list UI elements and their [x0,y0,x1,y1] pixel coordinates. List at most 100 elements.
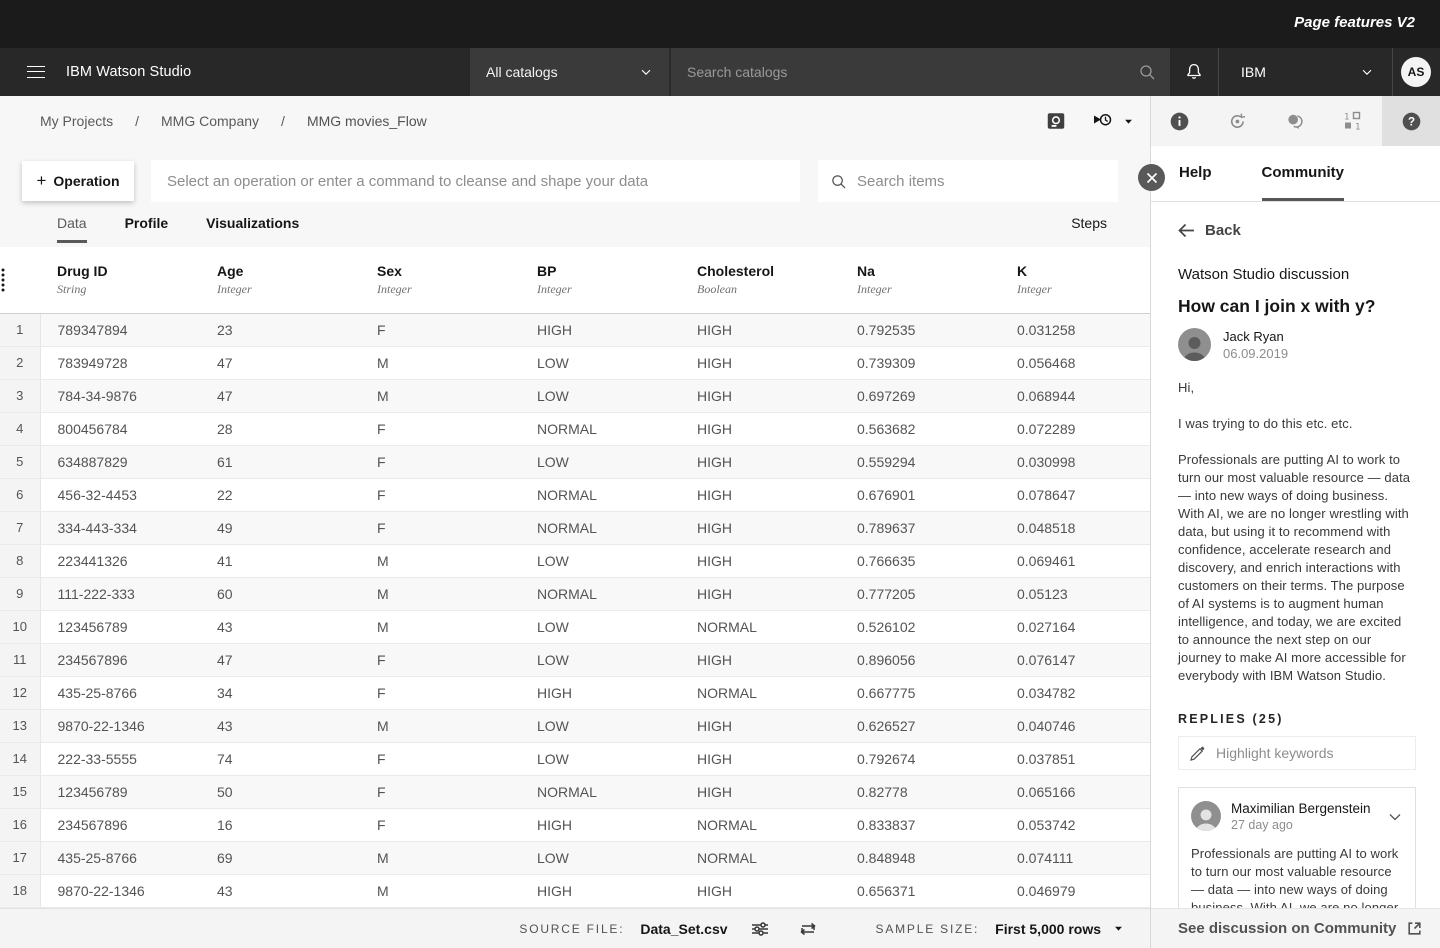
table-cell: NORMAL [520,577,680,610]
table-cell: 74 [200,742,360,775]
table-cell: 0.076147 [1000,643,1150,676]
table-cell: LOW [520,445,680,478]
table-cell: HIGH [680,742,840,775]
table-cell: HIGH [680,709,840,742]
table-cell: F [360,775,520,808]
breadcrumb-my-projects[interactable]: My Projects [40,113,113,129]
row-number: 2 [0,346,40,379]
comments-button[interactable] [1267,96,1325,146]
table-cell: 0.048518 [1000,511,1150,544]
reply-text: Professionals are putting AI to work to … [1191,845,1403,908]
table-cell: HIGH [680,544,840,577]
table-cell: 0.034782 [1000,676,1150,709]
table-cell: 0.82778 [840,775,1000,808]
column-header[interactable]: CholesterolBoolean [680,247,840,313]
hamburger-icon [27,66,45,78]
highlighter-icon [1189,745,1206,762]
table-body: 178934789423FHIGHHIGH0.7925350.031258278… [0,313,1150,907]
refresh-sample-button[interactable] [798,920,818,938]
user-avatar[interactable]: AS [1401,57,1431,87]
org-dropdown[interactable]: IBM [1219,48,1392,96]
notifications-button[interactable] [1170,48,1218,96]
breadcrumb-company[interactable]: MMG Company [161,113,259,129]
reply-time: 27 day ago [1231,818,1371,832]
chevron-down-icon[interactable] [1387,809,1403,825]
product-title: IBM Watson Studio [66,48,191,96]
catalog-search-input[interactable] [687,64,1138,80]
info-button[interactable] [1151,96,1209,146]
column-header[interactable]: NaInteger [840,247,1000,313]
command-input[interactable] [167,173,784,190]
column-header[interactable]: KInteger [1000,247,1150,313]
person-icon [1191,804,1221,831]
chevron-down-icon [639,65,653,79]
table-cell: LOW [520,742,680,775]
snapshot-button[interactable] [1045,110,1067,132]
back-button[interactable]: Back [1178,222,1416,239]
table-cell: 234567896 [40,643,200,676]
table-cell: 60 [200,577,360,610]
bell-icon [1184,62,1204,82]
run-history-button[interactable] [1091,111,1134,131]
table-cell: 28 [200,412,360,445]
tab-steps[interactable]: Steps [1071,215,1107,231]
table-cell: M [360,841,520,874]
table-cell: F [360,313,520,346]
see-discussion-link[interactable]: See discussion on Community [1151,908,1440,948]
search-icon[interactable] [1138,63,1156,81]
row-number: 8 [0,544,40,577]
table-cell: HIGH [680,478,840,511]
table-cell: HIGH [680,346,840,379]
table-cell: 123456789 [40,610,200,643]
panel-tab-help[interactable]: Help [1179,146,1212,201]
column-header[interactable]: SexInteger [360,247,520,313]
table-cell: HIGH [680,577,840,610]
data-view-button[interactable]: 1 1 [1324,96,1382,146]
table-cell: 435-25-8766 [40,676,200,709]
table-cell: 43 [200,709,360,742]
table-cell: HIGH [680,511,840,544]
hamburger-menu-button[interactable] [12,48,60,96]
table-cell: 0.667775 [840,676,1000,709]
catalog-dropdown[interactable]: All catalogs [470,48,670,96]
tab-profile[interactable]: Profile [125,213,169,247]
column-header[interactable]: AgeInteger [200,247,360,313]
info-icon [1169,111,1190,132]
table-cell: 0.739309 [840,346,1000,379]
community-discussion-pane: Back Watson Studio discussion How can I … [1151,202,1440,908]
help-button[interactable]: ? [1382,96,1440,146]
table-cell: LOW [520,544,680,577]
table-cell: 123456789 [40,775,200,808]
table-row: 178934789423FHIGHHIGH0.7925350.031258 [0,313,1150,346]
table-row: 563488782961FLOWHIGH0.5592940.030998 [0,445,1150,478]
column-header[interactable]: BPInteger [520,247,680,313]
close-panel-button[interactable] [1138,164,1165,191]
table-cell: 0.697269 [840,379,1000,412]
highlight-keywords-field [1178,736,1416,770]
column-header[interactable]: Drug IDString [40,247,200,313]
row-number: 10 [0,610,40,643]
add-operation-button[interactable]: + Operation [22,161,134,201]
tab-data[interactable]: Data [57,213,87,243]
table-cell: M [360,544,520,577]
arrow-left-icon [1178,223,1195,238]
column-drag-handle[interactable] [0,247,40,313]
highlight-keywords-input[interactable] [1216,745,1405,761]
tab-visualizations[interactable]: Visualizations [206,213,299,247]
sample-size-dropdown[interactable]: First 5,000 rows [995,921,1124,937]
panel-tabs: Help Community [1151,146,1440,202]
adjust-settings-button[interactable] [750,919,770,939]
table-cell: LOW [520,379,680,412]
reply-header: Maximilian Bergenstein 27 day ago [1191,801,1403,832]
history-button[interactable] [1209,96,1267,146]
add-operation-label: Operation [53,173,119,189]
table-cell: 0.833837 [840,808,1000,841]
avatar [1178,328,1211,361]
breadcrumb-flow[interactable]: MMG movies_Flow [307,113,427,129]
table-cell: 111-222-333 [40,577,200,610]
breadcrumb-actions [1045,96,1134,146]
panel-tab-community[interactable]: Community [1262,146,1345,201]
source-file-label: SOURCE FILE: [519,922,624,936]
table-cell: 50 [200,775,360,808]
search-items-input[interactable] [857,173,1104,190]
